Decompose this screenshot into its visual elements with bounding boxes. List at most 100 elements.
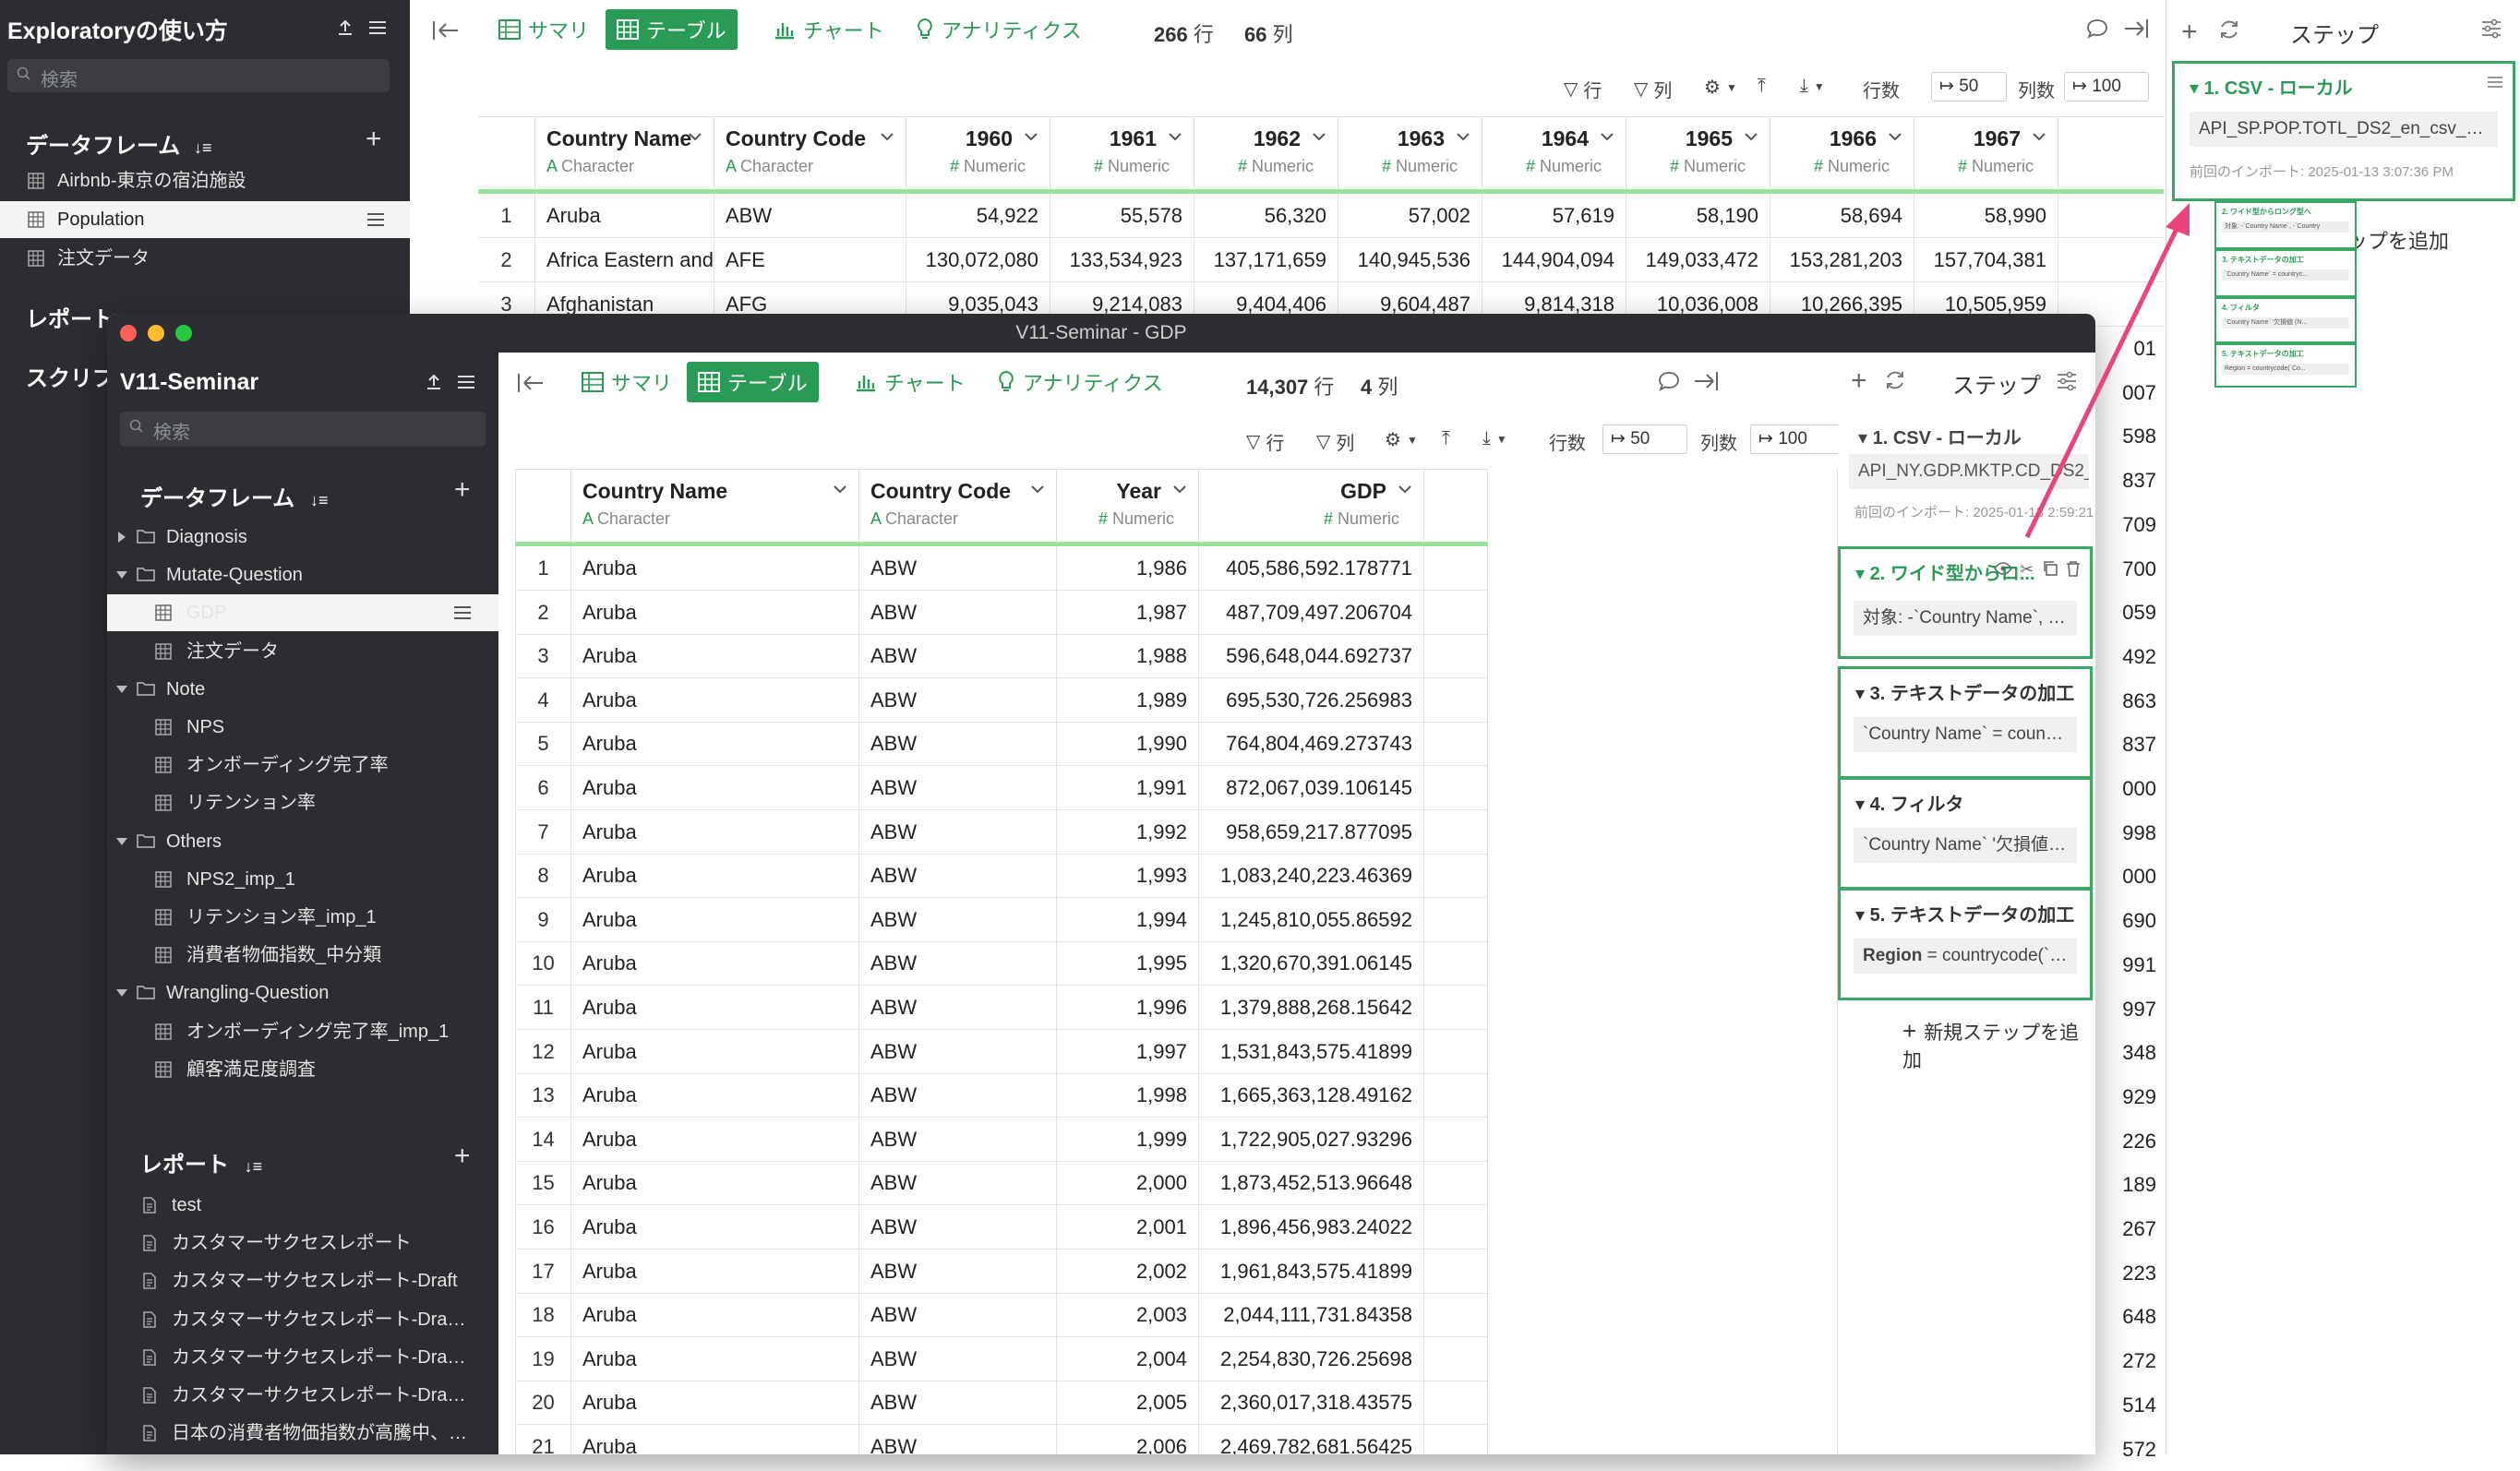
- tree-item-folder-open[interactable]: Wrangling-Question: [107, 975, 498, 1011]
- column-header[interactable]: 1965 # Numeric: [1626, 117, 1770, 190]
- table-row[interactable]: 3 Aruba ABW 1,988 596,648,044.692737: [515, 634, 1488, 679]
- column-header[interactable]: 1963 # Numeric: [1338, 117, 1482, 190]
- collapse-right-icon[interactable]: [2123, 18, 2149, 39]
- tab-summary[interactable]: サマリ: [487, 9, 600, 50]
- col-filter-button[interactable]: ▽ 列: [1316, 428, 1354, 455]
- back-search-input[interactable]: 検索: [7, 59, 390, 92]
- column-header[interactable]: Year # Numeric: [1057, 470, 1199, 543]
- tree-item-table[interactable]: 注文データ: [107, 633, 498, 670]
- upload-icon[interactable]: [425, 373, 443, 391]
- rows-input[interactable]: ↦ 50: [1602, 425, 1687, 454]
- dataframe-item-airbnb[interactable]: Airbnb-東京の宿泊施設: [0, 162, 410, 199]
- tree-item-folder-closed[interactable]: Diagnosis: [107, 519, 498, 556]
- download-button[interactable]: ⤓ ▼: [1800, 76, 1825, 97]
- menu-icon[interactable]: [367, 18, 388, 37]
- report-item[interactable]: カスタマーサクセスレポート-Dra…: [107, 1377, 498, 1414]
- copy-icon[interactable]: [2042, 560, 2058, 577]
- scissors-icon[interactable]: ✂: [2020, 560, 2034, 580]
- table-row[interactable]: 6 Aruba ABW 1,991 872,067,039.106145: [515, 766, 1488, 810]
- table-row[interactable]: 1 Aruba ABW 1,986 405,586,592.178771: [515, 546, 1488, 591]
- add-dataframe-icon[interactable]: +: [454, 474, 471, 506]
- table-row[interactable]: 1 Aruba ABW 54,922 55,578 56,320 57,002 57,619 5…: [478, 194, 2164, 238]
- table-row[interactable]: 4 Aruba ABW 1,989 695,530,726.256983: [515, 677, 1488, 723]
- column-header[interactable]: Country Code A Character: [714, 117, 906, 190]
- column-header[interactable]: GDP # Numeric: [1199, 470, 1424, 543]
- chevron-down-icon[interactable]: [1024, 132, 1038, 141]
- column-header[interactable]: Country Name A Character: [535, 117, 714, 190]
- upload-icon[interactable]: [336, 18, 354, 37]
- collapse-left-icon[interactable]: [432, 20, 460, 41]
- column-header[interactable]: 1964 # Numeric: [1482, 117, 1626, 190]
- tree-item-table[interactable]: 消費者物価指数_中分類: [107, 937, 498, 974]
- table-row[interactable]: 15 Aruba ABW 2,000 1,873,452,513.96648: [515, 1161, 1488, 1206]
- tree-item-table[interactable]: リテンション率: [107, 784, 498, 821]
- row-filter-button[interactable]: ▽ 行: [1246, 428, 1284, 455]
- tree-item-table[interactable]: NPS: [107, 709, 498, 746]
- chevron-down-icon[interactable]: [1888, 132, 1902, 141]
- settings-button[interactable]: ⚙ ▼: [1385, 428, 1418, 451]
- menu-icon[interactable]: [456, 373, 476, 391]
- comment-icon[interactable]: [1658, 371, 1680, 391]
- table-row[interactable]: 10 Aruba ABW 1,995 1,320,670,391.06145: [515, 941, 1488, 987]
- tab-analytics[interactable]: アナリティクス: [905, 9, 1093, 50]
- tree-item-folder-open[interactable]: Note: [107, 671, 498, 708]
- menu-icon[interactable]: [452, 604, 473, 622]
- table-row[interactable]: 11 Aruba ABW 1,996 1,379,888,268.15642: [515, 986, 1488, 1030]
- report-item[interactable]: カスタマーサクセスレポート-Draft: [107, 1262, 498, 1299]
- table-row[interactable]: 16 Aruba ABW 2,001 1,896,456,983.24022: [515, 1205, 1488, 1250]
- step-filter[interactable]: ▾ 4. フィルタ `Country Name` '欠損値 (N...: [1838, 777, 2093, 890]
- comment-icon[interactable]: [2086, 18, 2108, 39]
- sort-icon[interactable]: ↓≡: [194, 138, 212, 157]
- tab-chart[interactable]: チャート: [762, 9, 895, 50]
- collapse-left-icon[interactable]: [517, 373, 545, 393]
- settings-sliders-icon[interactable]: [2480, 18, 2502, 39]
- step-text-processing-2[interactable]: ▾ 5. テキストデータの加工 Region = countrycode(`Co…: [1838, 888, 2093, 1000]
- chevron-icon[interactable]: [116, 685, 127, 693]
- report-item[interactable]: カスタマーサクセスレポート: [107, 1225, 498, 1262]
- table-row[interactable]: 9 Aruba ABW 1,994 1,245,810,055.86592: [515, 897, 1488, 942]
- tab-summary[interactable]: サマリ: [570, 362, 683, 402]
- search-input[interactable]: 検索: [120, 412, 486, 447]
- add-new-step-button[interactable]: + 新規ステップを追加: [1902, 1017, 2095, 1073]
- step-csv-local[interactable]: ▾ 1. CSV - ローカル API_NY.GDP.MKTP.CD_DS2_e…: [1838, 410, 2095, 530]
- collapse-right-icon[interactable]: [1693, 371, 1719, 391]
- table-row[interactable]: 7 Aruba ABW 1,992 958,659,217.877095: [515, 809, 1488, 855]
- tree-item-table[interactable]: オンボーディング完了率: [107, 747, 498, 783]
- chevron-down-icon[interactable]: [1456, 132, 1470, 141]
- refresh-icon[interactable]: [2218, 18, 2240, 41]
- export-button[interactable]: ⤒: [1758, 76, 1766, 97]
- table-row[interactable]: 21 Aruba ABW 2,006 2,469,782,681.56425: [515, 1425, 1488, 1454]
- col-filter-button[interactable]: ▽ 列: [1634, 76, 1672, 102]
- download-button[interactable]: ⤓ ▼: [1482, 428, 1507, 449]
- add-step-label[interactable]: ップを追加: [2347, 225, 2449, 255]
- chevron-icon[interactable]: [116, 571, 127, 580]
- table-row[interactable]: 2 Aruba ABW 1,987 487,709,497.206704: [515, 590, 1488, 635]
- minimize-button[interactable]: [148, 325, 164, 341]
- dataframe-item-orders[interactable]: 注文データ: [0, 240, 410, 277]
- chevron-down-icon[interactable]: [1744, 132, 1758, 141]
- sort-icon[interactable]: ↓≡: [245, 1157, 263, 1176]
- table-row[interactable]: 5 Aruba ABW 1,990 764,804,469.273743: [515, 722, 1488, 767]
- chevron-down-icon[interactable]: [880, 132, 894, 141]
- tab-table[interactable]: テーブル: [687, 362, 819, 402]
- tree-item-folder-open[interactable]: Others: [107, 823, 498, 860]
- trash-icon[interactable]: [2066, 560, 2081, 577]
- column-header[interactable]: 1966 # Numeric: [1770, 117, 1914, 190]
- tab-chart[interactable]: チャート: [844, 362, 977, 402]
- export-button[interactable]: ⤒: [1442, 428, 1450, 449]
- table-row[interactable]: 13 Aruba ABW 1,998 1,665,363,128.49162: [515, 1073, 1488, 1118]
- chevron-down-icon[interactable]: [833, 484, 847, 494]
- column-header[interactable]: 1960 # Numeric: [906, 117, 1050, 190]
- chevron-down-icon[interactable]: [1312, 132, 1326, 141]
- eye-icon[interactable]: [1994, 562, 2012, 575]
- column-header[interactable]: 1961 # Numeric: [1050, 117, 1194, 190]
- chevron-icon[interactable]: [116, 837, 127, 845]
- rows-input[interactable]: ↦ 50: [1931, 72, 2007, 102]
- add-dataframe-icon[interactable]: +: [366, 124, 382, 155]
- cols-input[interactable]: ↦ 100: [1750, 425, 1839, 454]
- chevron-down-icon[interactable]: [688, 132, 702, 141]
- report-item[interactable]: カスタマーサクセスレポート-Dra…: [107, 1339, 498, 1376]
- table-row[interactable]: 20 Aruba ABW 2,005 2,360,017,318.43575: [515, 1381, 1488, 1426]
- settings-sliders-icon[interactable]: [2056, 371, 2078, 391]
- report-item[interactable]: カスタマーサクセスレポート-Dra…: [107, 1301, 498, 1338]
